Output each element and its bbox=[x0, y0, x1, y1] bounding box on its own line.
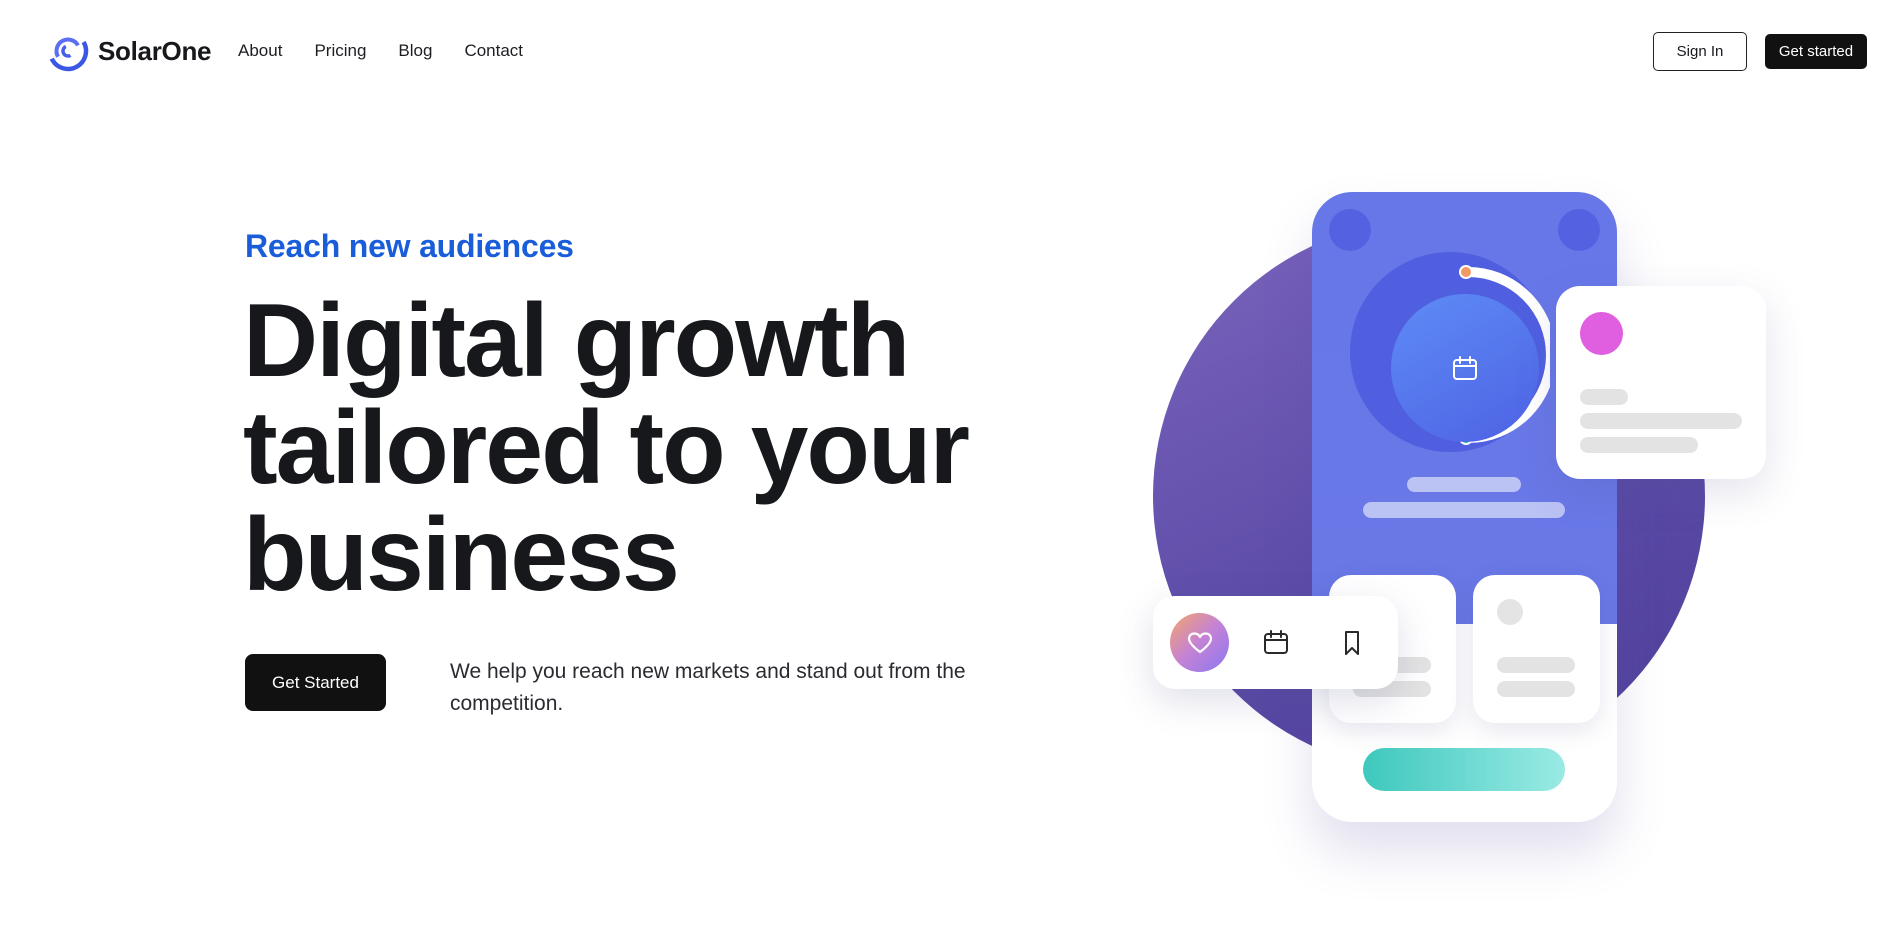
phone-screen-top bbox=[1312, 192, 1617, 624]
headline-line-1: Digital growth bbox=[243, 283, 910, 399]
phone-sensor-dot bbox=[1558, 209, 1600, 251]
profile-float-card bbox=[1556, 286, 1766, 479]
placeholder-bar bbox=[1497, 657, 1575, 673]
site-header: SolarOne About Pricing Blog Contact Sign… bbox=[0, 0, 1903, 104]
calendar-icon bbox=[1261, 628, 1291, 658]
headline-line-2: tailored to your bbox=[243, 390, 970, 506]
phone-mockup bbox=[1312, 192, 1617, 822]
nav-link-about[interactable]: About bbox=[238, 41, 282, 61]
action-float-card bbox=[1153, 596, 1398, 689]
placeholder-bar bbox=[1407, 477, 1521, 492]
bookmark-icon bbox=[1337, 628, 1367, 658]
phone-camera-dot bbox=[1329, 209, 1371, 251]
placeholder-bar bbox=[1353, 681, 1431, 697]
hero-description: We help you reach new markets and stand … bbox=[450, 660, 966, 715]
progress-arc bbox=[1459, 265, 1550, 445]
background-circle bbox=[1153, 220, 1705, 772]
calendar-icon bbox=[1453, 356, 1477, 380]
profile-avatar bbox=[1580, 312, 1623, 355]
sign-in-button[interactable]: Sign In bbox=[1653, 32, 1747, 71]
brand-logo[interactable]: SolarOne bbox=[47, 30, 212, 72]
hero-eyebrow: Reach new audiences bbox=[245, 228, 574, 264]
heart-icon bbox=[1187, 631, 1212, 653]
hero-get-started-button[interactable]: Get Started bbox=[245, 654, 386, 711]
hero-headline: Digital growth tailored to your business bbox=[243, 288, 1003, 609]
phone-action-button bbox=[1363, 748, 1565, 791]
nav-link-blog[interactable]: Blog bbox=[398, 41, 432, 61]
swirl-logo-icon bbox=[47, 30, 89, 72]
placeholder-bar bbox=[1580, 413, 1742, 429]
nav-link-pricing[interactable]: Pricing bbox=[314, 41, 366, 61]
progress-ring bbox=[1350, 252, 1550, 452]
phone-card-right bbox=[1473, 575, 1600, 723]
headline-line-3: business bbox=[243, 497, 680, 613]
main-nav: About Pricing Blog Contact bbox=[238, 41, 523, 61]
nav-link-contact[interactable]: Contact bbox=[464, 41, 523, 61]
placeholder-bar bbox=[1580, 389, 1628, 405]
placeholder-bar bbox=[1497, 681, 1575, 697]
brand-name: SolarOne bbox=[98, 35, 212, 66]
placeholder-avatar bbox=[1497, 599, 1523, 625]
placeholder-bar bbox=[1580, 437, 1698, 453]
placeholder-bar bbox=[1363, 502, 1565, 518]
like-button bbox=[1170, 613, 1229, 672]
progress-ring-center bbox=[1391, 294, 1539, 442]
phone-card-left bbox=[1329, 575, 1456, 723]
placeholder-bar bbox=[1353, 657, 1431, 673]
header-get-started-button[interactable]: Get started bbox=[1765, 34, 1867, 69]
